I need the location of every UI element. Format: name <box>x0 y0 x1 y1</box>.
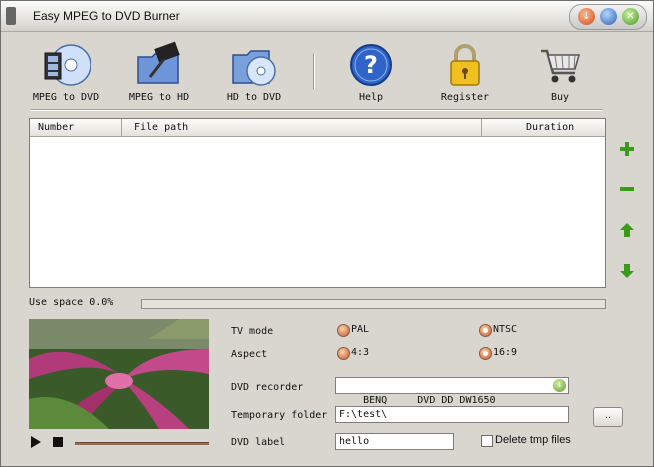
radio-pal-label: PAL <box>351 324 370 335</box>
aspect-label: Aspect <box>231 349 268 360</box>
svg-text:?: ? <box>364 51 378 79</box>
window-controls: ↓ ✕ <box>569 4 647 30</box>
radio-aspect-16-9[interactable] <box>479 347 492 360</box>
mpeg-to-hd-label: MPEG to HD <box>128 92 190 103</box>
help-icon: ? <box>350 44 392 86</box>
register-label: Register <box>440 92 490 103</box>
stop-icon[interactable] <box>53 437 63 447</box>
preview-frame <box>29 319 209 429</box>
app-icon <box>6 7 16 25</box>
maximize-icon[interactable] <box>600 8 617 25</box>
column-number[interactable]: Number <box>30 119 122 136</box>
dvd-recorder-select[interactable]: BENQ DVD DD DW1650 ↓ <box>335 377 569 406</box>
radio-ntsc[interactable] <box>479 324 492 337</box>
folder-disc-icon <box>232 50 276 86</box>
hd-to-dvd-button[interactable]: HD to DVD <box>209 41 299 103</box>
window-title: Easy MPEG to DVD Burner <box>33 9 180 23</box>
dvd-recorder-label: DVD recorder <box>231 382 304 393</box>
temp-folder-input[interactable]: F:\test\ <box>335 406 569 423</box>
radio-aspect-4-3-label: 4:3 <box>351 347 370 358</box>
hd-to-dvd-label: HD to DVD <box>226 92 282 103</box>
add-icon[interactable] <box>618 140 636 158</box>
title-bar[interactable]: Easy MPEG to DVD Burner ↓ ✕ <box>1 1 653 32</box>
browse-button[interactable]: .. <box>593 407 623 427</box>
toolbar-divider <box>31 109 603 111</box>
column-duration[interactable]: Duration <box>482 119 605 136</box>
disc-film-icon <box>44 44 91 86</box>
video-preview <box>29 319 209 429</box>
remove-icon[interactable] <box>618 180 636 198</box>
radio-ntsc-label: NTSC <box>493 324 518 335</box>
chevron-down-icon[interactable]: ↓ <box>553 379 566 392</box>
delete-tmp-checkbox[interactable] <box>481 435 493 447</box>
play-icon[interactable] <box>31 436 41 448</box>
help-button[interactable]: ? Help <box>326 41 416 103</box>
mpeg-to-dvd-label: MPEG to DVD <box>32 92 100 103</box>
help-label: Help <box>358 92 384 103</box>
move-up-icon[interactable] <box>618 221 636 239</box>
mpeg-to-hd-button[interactable]: MPEG to HD <box>114 41 204 103</box>
app-window: Easy MPEG to DVD Burner ↓ ✕ MPEG to DVD … <box>0 0 654 467</box>
seek-slider[interactable] <box>75 442 209 445</box>
folder-film-icon <box>137 41 180 84</box>
radio-aspect-16-9-label: 16:9 <box>493 347 518 358</box>
buy-button[interactable]: Buy <box>515 41 605 103</box>
padlock-icon <box>450 44 480 86</box>
tv-mode-label: TV mode <box>231 326 274 337</box>
mpeg-to-dvd-button[interactable]: MPEG to DVD <box>21 41 111 103</box>
use-space-bar <box>141 299 606 309</box>
column-file-path[interactable]: File path <box>122 119 482 136</box>
delete-tmp-label: Delete tmp files <box>495 434 571 446</box>
temp-folder-label: Temporary folder <box>231 410 328 421</box>
use-space-label: Use space 0.0% <box>29 297 114 308</box>
toolbar-separator <box>313 53 315 89</box>
buy-label: Buy <box>550 92 570 103</box>
move-down-icon[interactable] <box>618 262 636 280</box>
minimize-icon[interactable]: ↓ <box>578 8 595 25</box>
file-list[interactable]: Number File path Duration <box>29 118 606 288</box>
register-button[interactable]: Register <box>420 41 510 103</box>
file-list-header: Number File path Duration <box>30 119 605 137</box>
cart-icon <box>541 49 580 83</box>
radio-aspect-4-3[interactable] <box>337 347 350 360</box>
dvd-recorder-value: BENQ DVD DD DW1650 <box>363 395 496 406</box>
radio-pal[interactable] <box>337 324 350 337</box>
dvd-label-label: DVD label <box>231 437 286 448</box>
close-icon[interactable]: ✕ <box>622 8 639 25</box>
dvd-label-input[interactable]: hello <box>335 433 454 450</box>
